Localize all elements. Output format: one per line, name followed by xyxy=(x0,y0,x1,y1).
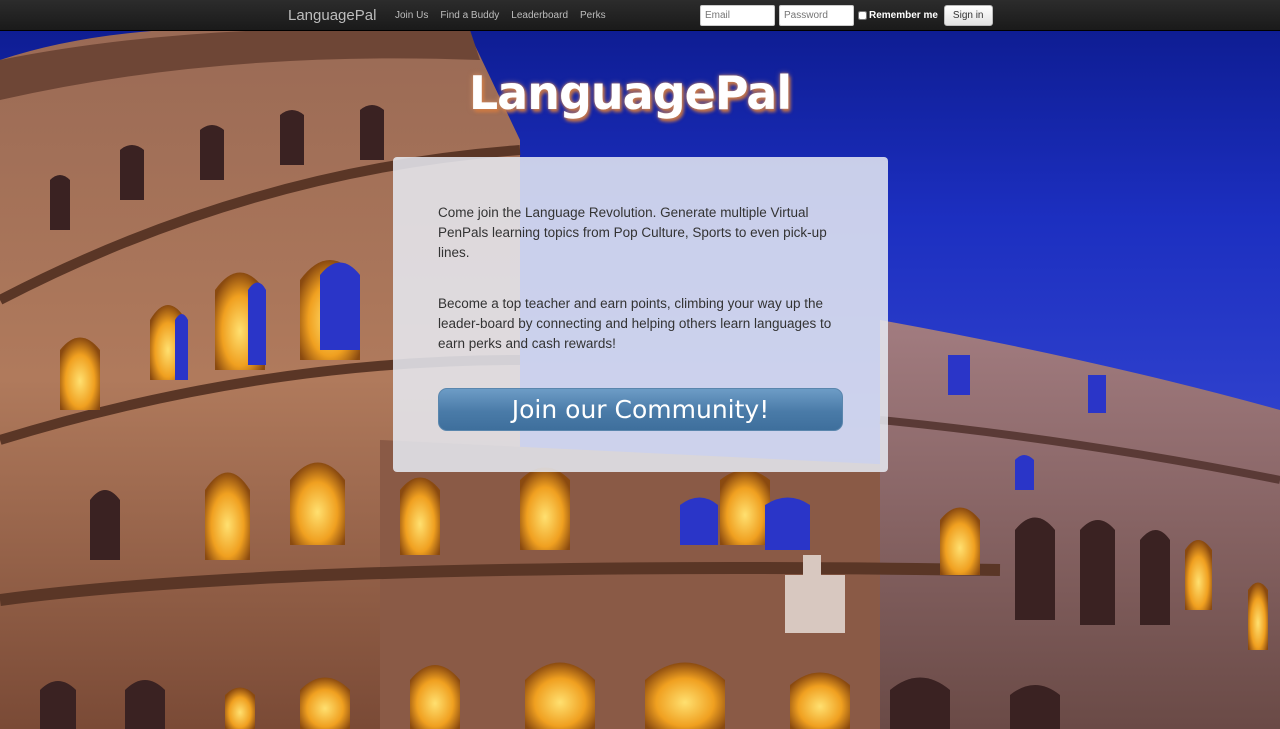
remember-me-label[interactable]: Remember me xyxy=(858,10,938,21)
nav-link-leaderboard[interactable]: Leaderboard xyxy=(511,10,568,21)
hero-logo: LanguagePal xyxy=(468,66,792,120)
intro-panel: Come join the Language Revolution. Gener… xyxy=(393,157,888,472)
password-input[interactable] xyxy=(779,5,854,26)
nav-link-join-us[interactable]: Join Us xyxy=(395,10,428,21)
top-navbar: LanguagePal Join Us Find a Buddy Leaderb… xyxy=(0,0,1280,31)
intro-paragraph-2: Become a top teacher and earn points, cl… xyxy=(438,296,832,351)
brand-logo-link[interactable]: LanguagePal xyxy=(288,7,376,24)
nav-link-find-a-buddy[interactable]: Find a Buddy xyxy=(440,10,499,21)
nav-link-perks[interactable]: Perks xyxy=(580,10,606,21)
login-form: Remember me Sign in xyxy=(700,5,993,26)
remember-me-checkbox[interactable] xyxy=(858,11,867,20)
remember-me-text: Remember me xyxy=(869,10,938,21)
intro-paragraph-1: Come join the Language Revolution. Gener… xyxy=(438,205,827,260)
join-community-button[interactable]: Join our Community! xyxy=(438,388,843,431)
email-input[interactable] xyxy=(700,5,775,26)
sign-in-button[interactable]: Sign in xyxy=(943,5,993,26)
nav-links: Join Us Find a Buddy Leaderboard Perks xyxy=(395,10,618,21)
